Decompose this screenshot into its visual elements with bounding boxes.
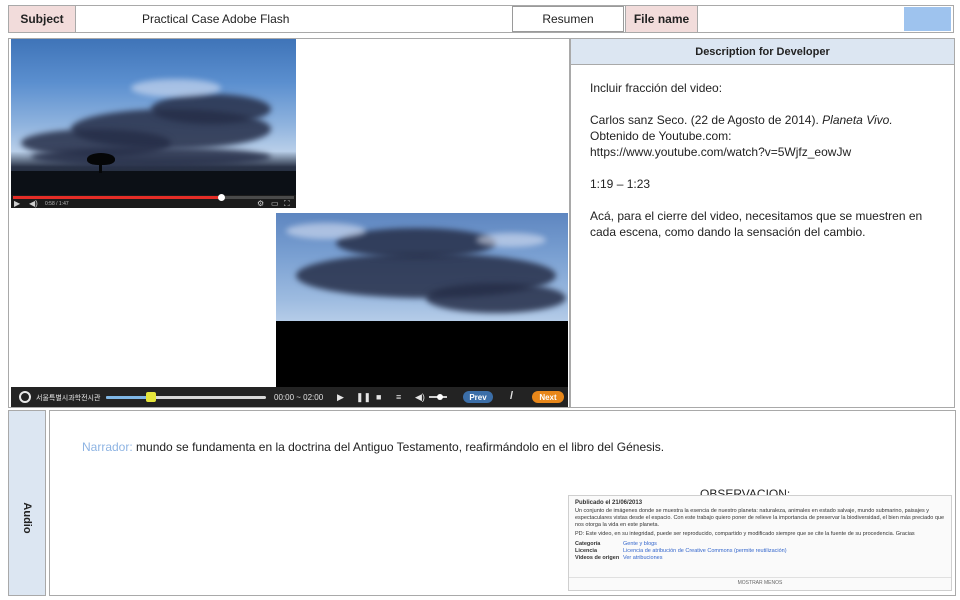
description-url[interactable]: https://www.youtube.com/watch?v=5Wjfz_eo… — [590, 144, 942, 160]
file-name-label: File name — [625, 5, 698, 33]
description-source: Obtenido de Youtube.com: — [590, 129, 732, 143]
volume-icon[interactable]: ◀) — [415, 392, 425, 402]
description-citation: Carlos sanz Seco. (22 de Agosto de 2014)… — [590, 113, 893, 127]
developer-description: Incluir fracción del video: Carlos sanz … — [590, 80, 942, 256]
resumen-button[interactable]: Resumen — [512, 6, 624, 32]
file-name-swatch — [904, 7, 951, 31]
observation-card: Publicado el 21/06/2013 Un conjunto de i… — [568, 495, 952, 591]
narration-text: mundo se fundamenta en la doctrina del A… — [136, 440, 665, 454]
video-player-controls: 서울특별시과학전시관 00:00 ~ 02:00 ▶ ❚❚ ■ ≡ ◀) Pre… — [11, 387, 568, 407]
stop-button[interactable]: ■ — [376, 392, 381, 402]
meta-category: Categoría Gente y blogs — [575, 541, 657, 547]
museum-logo-icon — [19, 391, 31, 403]
play-button[interactable]: ▶ — [337, 392, 344, 402]
description-intro: Incluir fracción del video: — [590, 81, 723, 95]
play-icon[interactable]: ▶ — [14, 200, 20, 208]
volume-icon[interactable]: ◀) — [29, 200, 38, 208]
video-thumbnail-progress[interactable] — [13, 194, 294, 201]
video-thumbnail-time: 0:58 / 1:47 — [45, 201, 69, 207]
narrator-label: Narrador: — [82, 440, 133, 454]
prev-button[interactable]: Prev — [463, 391, 493, 403]
seek-bar[interactable] — [106, 392, 266, 402]
pause-button[interactable]: ❚❚ — [356, 392, 371, 402]
subject-label: Subject — [8, 5, 76, 33]
scene-sky-image — [276, 213, 568, 321]
menu-button[interactable]: ≡ — [396, 392, 401, 402]
museum-logo-text: 서울특별시과학전시관 — [36, 395, 101, 402]
next-button[interactable]: Next — [532, 391, 564, 403]
file-name-value — [700, 5, 900, 33]
volume-slider[interactable] — [429, 394, 447, 400]
meta-license: Licencia Licencia de atribución de Creat… — [575, 548, 787, 554]
developer-panel-heading: Description for Developer — [571, 39, 954, 65]
published-date: Publicado el 21/06/2013 — [575, 500, 643, 506]
nav-separator: / — [510, 390, 514, 402]
description-note: Acá, para el cierre del video, necesitam… — [590, 209, 923, 239]
fullscreen-icon[interactable]: ⛶ — [284, 200, 290, 208]
video-thumbnail-sky — [11, 39, 296, 195]
settings-icon[interactable]: ⚙ — [257, 200, 264, 208]
narration-line: Narrador: mundo se fundamenta en la doct… — [82, 440, 664, 454]
show-less-button[interactable]: MOSTRAR MENOS — [569, 577, 951, 587]
theater-icon[interactable]: ▭ — [271, 200, 279, 208]
meta-source-videos: Videos de origen Ver atribuciones — [575, 555, 663, 561]
video-black-frame — [276, 321, 568, 387]
subject-value: Practical Case Adobe Flash — [142, 12, 290, 26]
description-timestamp: 1:19 – 1:23 — [590, 177, 651, 191]
audio-label: Audio — [21, 502, 33, 534]
license-note: PD: Este video, en su integridad, puede … — [575, 531, 915, 537]
video-description: Un conjunto de imágenes donde se muestra… — [575, 508, 945, 528]
video-thumbnail-controls: ▶ ◀) 0:58 / 1:47 ⚙ ▭ ⛶ — [11, 194, 296, 208]
seek-handle[interactable] — [145, 392, 156, 402]
player-time: 00:00 ~ 02:00 — [274, 393, 324, 402]
